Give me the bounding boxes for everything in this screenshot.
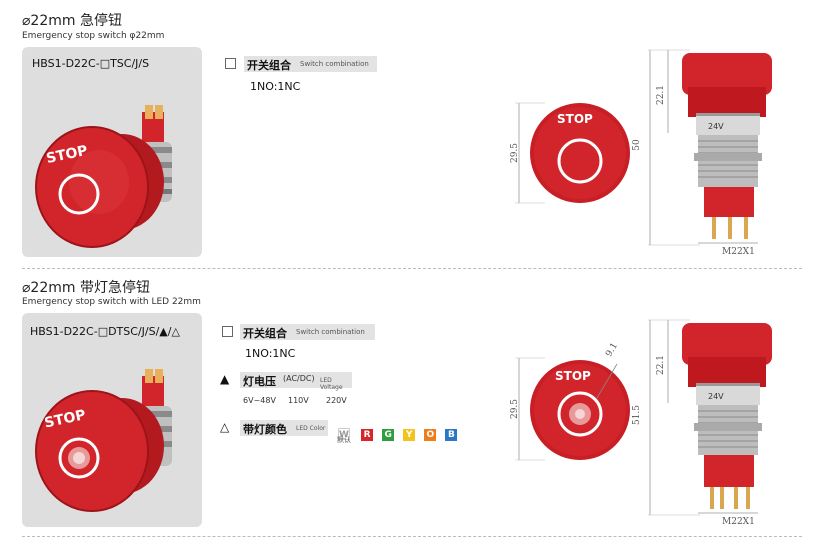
section1-option-en: Switch combination — [300, 60, 369, 68]
section2-option3-label: 带灯颜色 — [243, 423, 287, 436]
section2-option1-label: 开关组合 — [243, 327, 287, 340]
section2-voltage-3: 220V — [326, 396, 347, 405]
led-color-g[interactable]: G — [382, 429, 395, 441]
section2-product-card: HBS1-D22C-□DTSC/J/S/▲/△ STOP — [22, 313, 202, 527]
section1-product-card: HBS1-D22C-□TSC/J/S STOP — [22, 47, 202, 257]
section2-option3-symbol: △ — [220, 420, 230, 434]
section1-model: HBS1-D22C-□TSC/J/S — [32, 57, 150, 70]
section2-title: ⌀22mm 带灯急停钮 — [22, 280, 150, 296]
section2-option1-bar: 开关组合 Switch combination — [240, 324, 375, 340]
led-color-swatches: W R G Y O B — [338, 422, 458, 441]
section2-subtitle: Emergency stop switch with LED 22mm — [22, 297, 201, 307]
led-color-y[interactable]: Y — [403, 429, 416, 441]
section2-model: HBS1-D22C-□DTSC/J/S/▲/△ — [30, 325, 180, 338]
section1-option-label: 开关组合 — [247, 59, 291, 72]
section1-side-body-text: 24V — [708, 122, 724, 131]
section1-title: ⌀22mm 急停钮 — [22, 13, 122, 29]
section2-side-view: 24V — [648, 319, 772, 516]
section1-dim-total: 50 — [632, 139, 642, 151]
section2-option2-en: LED Voltage — [320, 377, 343, 391]
section2-dim-top: 22.1 — [656, 354, 666, 376]
section1-product-image: STOP — [35, 105, 172, 248]
section1-option-bar: 开关组合 Switch combination — [244, 56, 377, 72]
led-color-default-note: 默认 — [337, 436, 351, 444]
section1-option-checkbox[interactable] — [225, 58, 236, 69]
led-color-r[interactable]: R — [361, 429, 374, 441]
section1-dim-cap: 29.5 — [510, 142, 520, 164]
section2-option2-label: 灯电压 — [243, 375, 276, 388]
section2-option1-en: Switch combination — [296, 328, 365, 336]
section2-option2-paren: (AC/DC) — [283, 374, 315, 383]
section1-subtitle: Emergency stop switch φ22mm — [22, 31, 165, 41]
section1-dim-top: 22.1 — [656, 84, 666, 106]
section1-dim-thread: M22X1 — [722, 247, 755, 257]
section2-front-view: STOP — [515, 357, 630, 461]
section2-option3-en: LED Color — [296, 425, 326, 432]
section2-option1-checkbox[interactable] — [222, 326, 233, 337]
section-divider — [22, 268, 802, 269]
led-color-b[interactable]: B — [445, 429, 458, 441]
section2-front-stop-text: STOP — [555, 369, 591, 383]
section2-option2-bar: 灯电压 (AC/DC) LED Voltage — [240, 372, 352, 391]
section2-side-body-text: 24V — [708, 392, 724, 401]
led-color-o[interactable]: O — [424, 429, 437, 441]
bottom-divider — [22, 536, 802, 537]
section2-dim-total: 51.5 — [632, 404, 642, 426]
section2-voltage-2: 110V — [288, 396, 309, 405]
section2-product-image: STOP — [35, 369, 172, 512]
section1-front-stop-text: STOP — [557, 112, 593, 126]
section2-option3-bar: 带灯颜色 LED Color — [240, 420, 328, 436]
section2-dim-thread: M22X1 — [722, 517, 755, 527]
section2-option2-symbol: ▲ — [220, 372, 230, 386]
section1-front-view: STOP — [515, 102, 630, 204]
section2-option1-value: 1NO:1NC — [245, 347, 296, 360]
section2-voltage-1: 6V~48V — [243, 396, 276, 405]
section1-option-value: 1NO:1NC — [250, 80, 301, 93]
section2-dim-cap: 29.5 — [510, 398, 520, 420]
section1-side-view: 24V — [648, 49, 772, 246]
